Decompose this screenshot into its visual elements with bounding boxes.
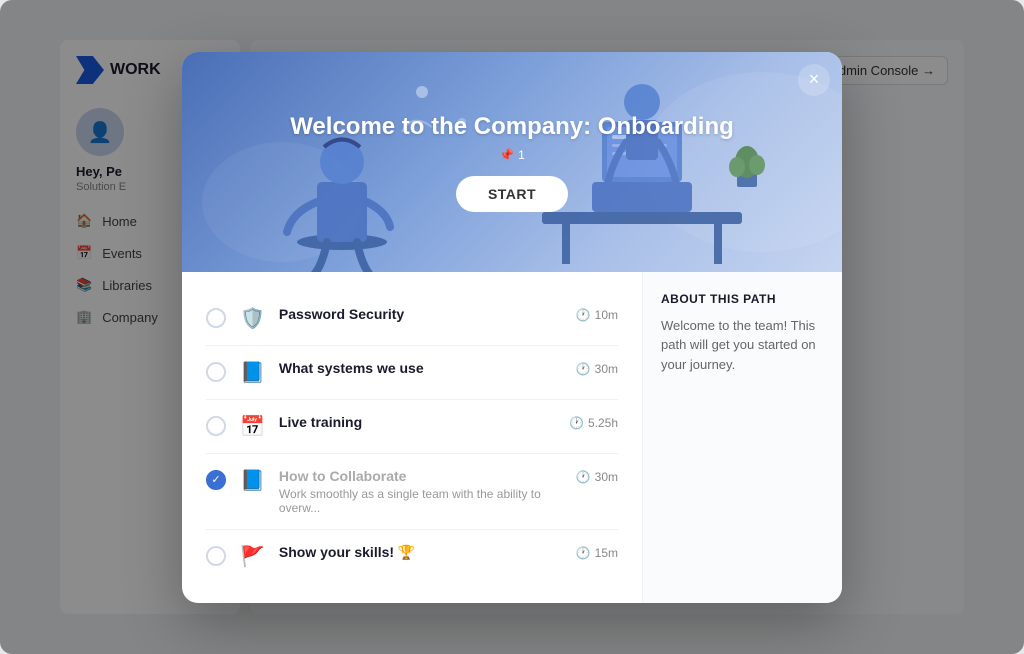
list-item[interactable]: 🛡️ Password Security 🕐 10m [206,292,618,346]
course-duration: 🕐 30m [576,362,618,376]
modal-close-button[interactable]: × [798,64,830,96]
clock-icon: 🕐 [576,308,591,322]
course-icon: 📅 [240,414,265,439]
duration-value: 5.25h [588,416,618,430]
duration-value: 30m [595,470,618,484]
course-icon: 🛡️ [240,306,265,331]
course-duration: 🕐 5.25h [569,416,618,430]
duration-value: 15m [595,546,618,560]
modal-title: Welcome to the Company: Onboarding [290,111,734,142]
modal-overlay: × [0,0,1024,654]
course-info: Live training [279,414,555,430]
timeline-dot [206,416,226,436]
course-description: Work smoothly as a single team with the … [279,487,562,515]
course-title: Show your skills! 🏆 [279,544,562,561]
timeline-dot [206,362,226,382]
timeline-dot [206,308,226,328]
course-info: Show your skills! 🏆 [279,544,562,561]
course-title: How to Collaborate [279,468,562,484]
course-info: What systems we use [279,360,562,376]
course-icon: 📘 [240,468,265,493]
course-icon: 🚩 [240,544,265,569]
list-item[interactable]: ✓ 📘 How to Collaborate Work smoothly as … [206,454,618,530]
course-duration: 🕐 15m [576,546,618,560]
modal-hero: Welcome to the Company: Onboarding 📌 1 S… [182,52,842,272]
course-info: How to Collaborate Work smoothly as a si… [279,468,562,515]
clock-icon: 🕐 [569,416,584,430]
timeline-dot [206,546,226,566]
clock-icon: 🕐 [576,362,591,376]
course-duration: 🕐 10m [576,308,618,322]
course-list: 🛡️ Password Security 🕐 10m 📘 What system… [182,272,642,603]
clock-icon: 🕐 [576,546,591,560]
pin-icon: 📌 [499,148,514,162]
list-item[interactable]: 📘 What systems we use 🕐 30m [206,346,618,400]
course-duration: 🕐 30m [576,470,618,484]
timeline-dot-completed: ✓ [206,470,226,490]
list-item[interactable]: 🚩 Show your skills! 🏆 🕐 15m [206,530,618,583]
course-title: Password Security [279,306,562,322]
about-panel: ABOUT THIS PATH Welcome to the team! Thi… [642,272,842,603]
onboarding-modal: × [182,52,842,603]
course-title: Live training [279,414,555,430]
badge-count: 1 [518,148,525,162]
about-text: Welcome to the team! This path will get … [661,316,824,375]
duration-value: 10m [595,308,618,322]
duration-value: 30m [595,362,618,376]
about-title: ABOUT THIS PATH [661,292,824,306]
clock-icon: 🕐 [576,470,591,484]
course-info: Password Security [279,306,562,322]
hero-badge: 📌 1 [499,148,525,162]
course-title: What systems we use [279,360,562,376]
modal-body: 🛡️ Password Security 🕐 10m 📘 What system… [182,272,842,603]
start-button[interactable]: START [456,176,568,212]
course-icon: 📘 [240,360,265,385]
list-item[interactable]: 📅 Live training 🕐 5.25h [206,400,618,454]
